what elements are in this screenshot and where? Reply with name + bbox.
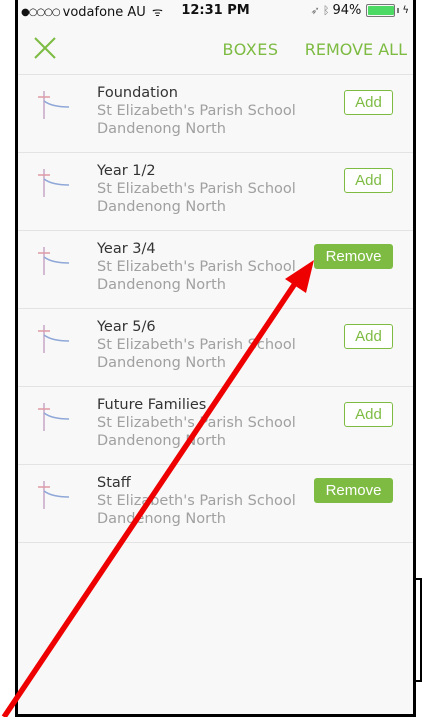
list-item: Staff St Elizabeth's Parish School Dande…: [18, 465, 413, 543]
remove-all-button[interactable]: REMOVE ALL: [305, 40, 407, 59]
status-indicators: ➶ ᛒ 94% ϟ: [311, 3, 409, 18]
add-button[interactable]: Add: [344, 168, 393, 193]
list-item: Year 1/2 St Elizabeth's Parish School Da…: [18, 153, 413, 231]
battery-level-fill: [368, 6, 394, 15]
page-title-text: BOXES: [222, 40, 279, 59]
cross-logo-icon: [38, 247, 70, 275]
list-item-title: Year 1/2: [97, 163, 156, 179]
list-item-school: St Elizabeth's Parish School: [97, 181, 296, 197]
list-item-title: Future Families: [97, 397, 207, 413]
list-item-school: St Elizabeth's Parish School: [97, 103, 296, 119]
remove-button[interactable]: Remove: [314, 244, 393, 269]
list-item-title: Foundation: [97, 85, 178, 101]
battery-tip: [397, 8, 400, 13]
list-item-text: Staff St Elizabeth's Parish School Dande…: [97, 474, 296, 528]
list-item-text: Year 5/6 St Elizabeth's Parish School Da…: [97, 318, 296, 372]
list-item-suburb: Dandenong North: [97, 511, 226, 527]
device-side-button: [416, 578, 422, 682]
status-bar: ●○○○○ vodafone AU ᯤ 12:31 PM ➶ ᛒ 94% ϟ: [18, 0, 413, 22]
cross-logo-icon: [38, 169, 70, 197]
list-item-title: Staff: [97, 475, 131, 491]
list-item-title: Year 3/4: [97, 241, 156, 257]
list-item-school: St Elizabeth's Parish School: [97, 337, 296, 353]
cross-logo-icon: [38, 325, 70, 353]
add-button[interactable]: Add: [344, 402, 393, 427]
remove-button[interactable]: Remove: [314, 478, 393, 503]
list-item-suburb: Dandenong North: [97, 277, 226, 293]
list-item-suburb: Dandenong North: [97, 433, 226, 449]
list-item-school: St Elizabeth's Parish School: [97, 415, 296, 431]
add-button[interactable]: Add: [344, 90, 393, 115]
list-item-suburb: Dandenong North: [97, 121, 226, 137]
boxes-list: Foundation St Elizabeth's Parish School …: [18, 75, 413, 543]
list-item: Year 5/6 St Elizabeth's Parish School Da…: [18, 309, 413, 387]
list-item-suburb: Dandenong North: [97, 355, 226, 371]
list-item-school: St Elizabeth's Parish School: [97, 493, 296, 509]
battery-percent: 94%: [332, 3, 362, 18]
list-item: Foundation St Elizabeth's Parish School …: [18, 75, 413, 153]
list-item: Future Families St Elizabeth's Parish Sc…: [18, 387, 413, 465]
location-arrow-icon: ➶: [310, 4, 320, 17]
list-item-title: Year 5/6: [97, 319, 156, 335]
list-item-text: Year 1/2 St Elizabeth's Parish School Da…: [97, 162, 296, 216]
charging-icon: ϟ: [402, 5, 409, 16]
list-item: Year 3/4 St Elizabeth's Parish School Da…: [18, 231, 413, 309]
list-item-text: Year 3/4 St Elizabeth's Parish School Da…: [97, 240, 296, 294]
list-item-text: Foundation St Elizabeth's Parish School …: [97, 84, 296, 138]
cross-logo-icon: [38, 91, 70, 119]
cross-logo-icon: [38, 403, 70, 431]
add-button[interactable]: Add: [344, 324, 393, 349]
bluetooth-icon: ᛒ: [322, 4, 330, 17]
list-item-suburb: Dandenong North: [97, 199, 226, 215]
navigation-bar: BOXES REMOVE ALL: [18, 22, 413, 75]
cross-logo-icon: [38, 481, 70, 509]
battery-icon: [366, 4, 396, 17]
list-item-text: Future Families St Elizabeth's Parish Sc…: [97, 396, 296, 450]
list-item-school: St Elizabeth's Parish School: [97, 259, 296, 275]
phone-screen: ●○○○○ vodafone AU ᯤ 12:31 PM ➶ ᛒ 94% ϟ BO…: [15, 0, 416, 717]
